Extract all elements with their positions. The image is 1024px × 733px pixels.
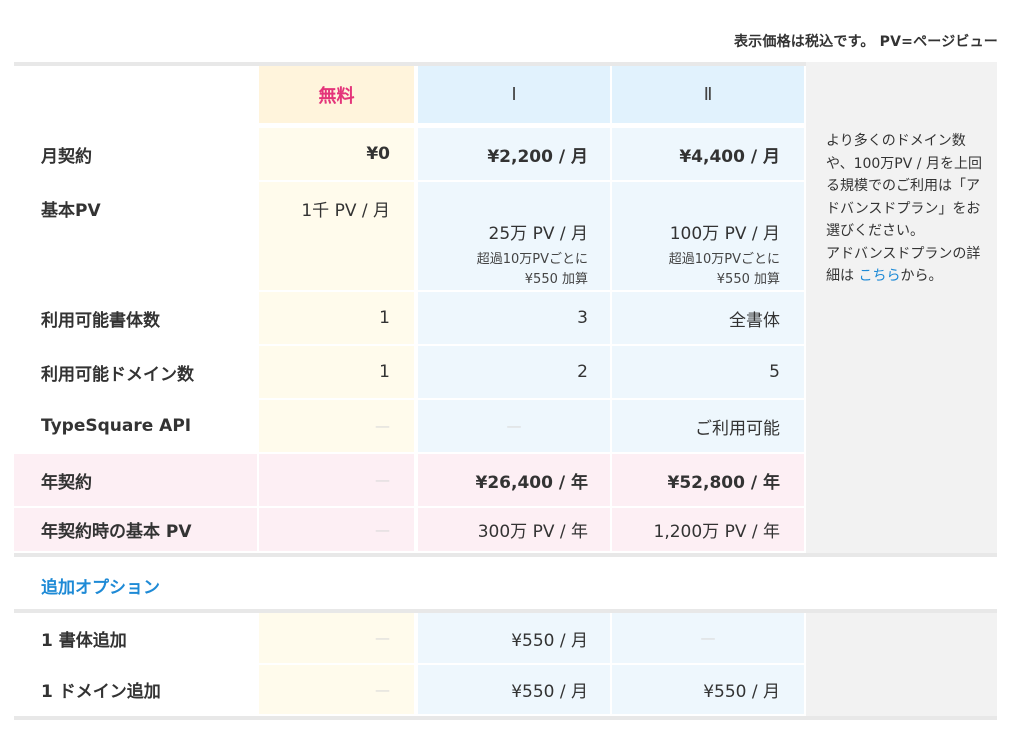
plan-1-value: ¥550 / 月: [418, 613, 610, 665]
row-label: 利用可能ドメイン数: [14, 346, 257, 400]
plan-2-value: ご利用可能: [612, 400, 804, 454]
advanced-plan-text: より多くのドメイン数や、100万PV / 月を上回る規模でのご利用は「アドバンス…: [826, 133, 982, 239]
plan-2-value: —: [612, 613, 804, 665]
free-value: 1千 PV / 月: [259, 182, 414, 292]
plan-1-value: —: [418, 400, 610, 454]
plan-2-header: Ⅱ: [612, 66, 804, 126]
table-row-domains: 利用可能ドメイン数 1 2 5: [14, 346, 804, 400]
row-label: 1 書体追加: [14, 613, 257, 665]
advanced-plan-suffix: から。: [900, 268, 943, 284]
advanced-plan-link[interactable]: こちら: [858, 268, 900, 284]
plan-1-value: ¥26,400 / 年: [418, 454, 610, 508]
plan-2-value: 全書体: [612, 292, 804, 346]
plan-2-value: 5: [612, 346, 804, 400]
plan-1-header: Ⅰ: [418, 66, 610, 126]
free-value: —: [259, 454, 414, 508]
plan-2-sub1: 超過10万PVごとに: [668, 252, 780, 267]
options-side-panel: [806, 613, 997, 716]
plan-2-value: ¥4,400 / 月: [612, 128, 804, 182]
row-label: TypeSquare API: [14, 400, 257, 454]
plan-2-value: 1,200万 PV / 年: [612, 508, 804, 553]
table-row-api: TypeSquare API — — ご利用可能: [14, 400, 804, 454]
free-value: —: [259, 400, 414, 454]
plan-1-value: 3: [418, 292, 610, 346]
row-label: 基本PV: [14, 182, 257, 292]
plan-2-value-cell: 100万 PV / 月 超過10万PVごとに ¥550 加算: [612, 182, 804, 292]
plan-1-value: 25万 PV / 月: [488, 224, 588, 244]
row-label: 1 ドメイン追加: [14, 665, 257, 716]
price-note: 表示価格は税込です。 PV=ページビュー: [733, 34, 998, 50]
row-label: 利用可能書体数: [14, 292, 257, 346]
row-label: 年契約: [14, 454, 257, 508]
table-row-base-pv: 基本PV 1千 PV / 月 25万 PV / 月 超過10万PVごとに ¥55…: [14, 182, 804, 292]
plan-1-value: ¥2,200 / 月: [418, 128, 610, 182]
table-row-fonts: 利用可能書体数 1 3 全書体: [14, 292, 804, 346]
plan-1-value: ¥550 / 月: [418, 665, 610, 716]
plan-free-header: 無料: [259, 66, 414, 126]
plan-2-value: ¥550 / 月: [612, 665, 804, 716]
plan-1-value: 300万 PV / 年: [418, 508, 610, 553]
row-label: 年契約時の基本 PV: [14, 508, 257, 553]
advanced-plan-info: より多くのドメイン数や、100万PV / 月を上回る規模でのご利用は「アドバンス…: [806, 62, 997, 553]
table-row-monthly: 月契約 ¥0 ¥2,200 / 月 ¥4,400 / 月: [14, 128, 804, 182]
plan-1-sub1: 超過10万PVごとに: [476, 252, 588, 267]
free-value: —: [259, 613, 414, 665]
options-bottom-border: [14, 716, 997, 720]
plan-1-value-cell: 25万 PV / 月 超過10万PVごとに ¥550 加算: [418, 182, 610, 292]
options-section-title: 追加オプション: [41, 578, 160, 598]
header-empty-cell: [14, 66, 257, 126]
table-row-annual: 年契約 — ¥26,400 / 年 ¥52,800 / 年: [14, 454, 804, 508]
free-value: 1: [259, 292, 414, 346]
plan-2-value: 100万 PV / 月: [669, 224, 780, 244]
table-bottom-border: [14, 553, 997, 557]
free-value: ¥0: [259, 128, 414, 182]
row-label: 月契約: [14, 128, 257, 182]
table-row-annual-pv: 年契約時の基本 PV — 300万 PV / 年 1,200万 PV / 年: [14, 508, 804, 553]
option-row-domain: 1 ドメイン追加 — ¥550 / 月 ¥550 / 月: [14, 665, 804, 716]
free-value: —: [259, 665, 414, 716]
plan-1-sub2: ¥550 加算: [524, 272, 588, 287]
free-value: 1: [259, 346, 414, 400]
plan-2-sub2: ¥550 加算: [716, 272, 780, 287]
free-value: —: [259, 508, 414, 553]
option-row-font: 1 書体追加 — ¥550 / 月 —: [14, 613, 804, 665]
plan-1-value: 2: [418, 346, 610, 400]
plan-header-row: 無料 Ⅰ Ⅱ: [14, 66, 804, 126]
plan-2-value: ¥52,800 / 年: [612, 454, 804, 508]
